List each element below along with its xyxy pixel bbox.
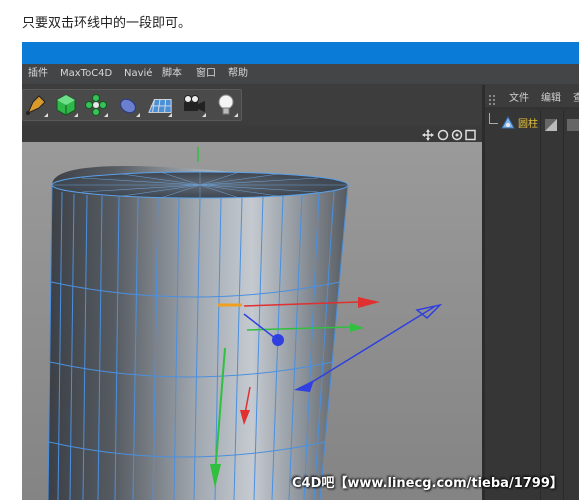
viewport-header [22, 128, 484, 142]
watermark: C4D吧【www.linecg.com/tieba/1799】 [292, 476, 563, 491]
rotate-icon[interactable] [437, 129, 449, 141]
object-manager-edit-menu[interactable]: 编辑 [541, 89, 561, 104]
menu-maxtoc4d[interactable]: MaxToC4D [60, 64, 112, 84]
layer-toggle-icon[interactable] [545, 116, 557, 135]
object-manager: 文件 编辑 查 圆柱 [485, 85, 579, 500]
object-manager-view-menu[interactable]: 查 [573, 89, 579, 104]
deformer-icon[interactable] [115, 92, 141, 118]
cube-icon[interactable] [53, 92, 79, 118]
column-separator [563, 110, 564, 500]
panel-grip-icon[interactable] [489, 90, 501, 105]
menu-bar: 插件 MaxToC4D Navié 脚本 窗口 帮助 [22, 64, 579, 84]
menu-script[interactable]: 脚本 [162, 64, 182, 84]
floor-icon[interactable] [147, 92, 173, 118]
pen-tool-icon[interactable] [23, 92, 49, 118]
zoom-icon[interactable] [451, 129, 463, 141]
viewport-scene [22, 142, 482, 500]
cloner-icon[interactable] [83, 92, 109, 118]
3d-viewport[interactable] [22, 142, 482, 500]
object-manager-menu: 文件 编辑 查 [485, 85, 579, 107]
object-name[interactable]: 圆柱 [518, 115, 538, 130]
cylinder-object[interactable] [47, 166, 349, 500]
menu-window[interactable]: 窗口 [196, 64, 216, 84]
tree-connector [489, 113, 498, 124]
tool-group [22, 89, 242, 121]
title-bar [22, 42, 579, 64]
menu-navie[interactable]: Navié [124, 64, 152, 84]
cinema4d-window: 插件 MaxToC4D Navié 脚本 窗口 帮助 文件 编辑 查 圆柱 [22, 42, 579, 500]
visibility-toggle-icon[interactable] [567, 116, 579, 135]
object-row-cylinder[interactable]: 圆柱 [485, 113, 579, 131]
menu-help[interactable]: 帮助 [228, 64, 248, 84]
menu-plugins[interactable]: 插件 [28, 64, 48, 84]
camera-icon[interactable] [181, 92, 207, 118]
light-bulb-icon[interactable] [213, 92, 239, 118]
toolbar [22, 85, 484, 125]
move-icon[interactable] [422, 129, 434, 141]
object-manager-file-menu[interactable]: 文件 [509, 89, 529, 104]
column-separator [540, 110, 541, 500]
object-tree: 圆柱 [485, 110, 579, 500]
maximize-icon[interactable] [465, 129, 476, 141]
cylinder-object-icon [501, 115, 515, 134]
instruction-text: 只要双击环线中的一段即可。 [22, 16, 192, 31]
